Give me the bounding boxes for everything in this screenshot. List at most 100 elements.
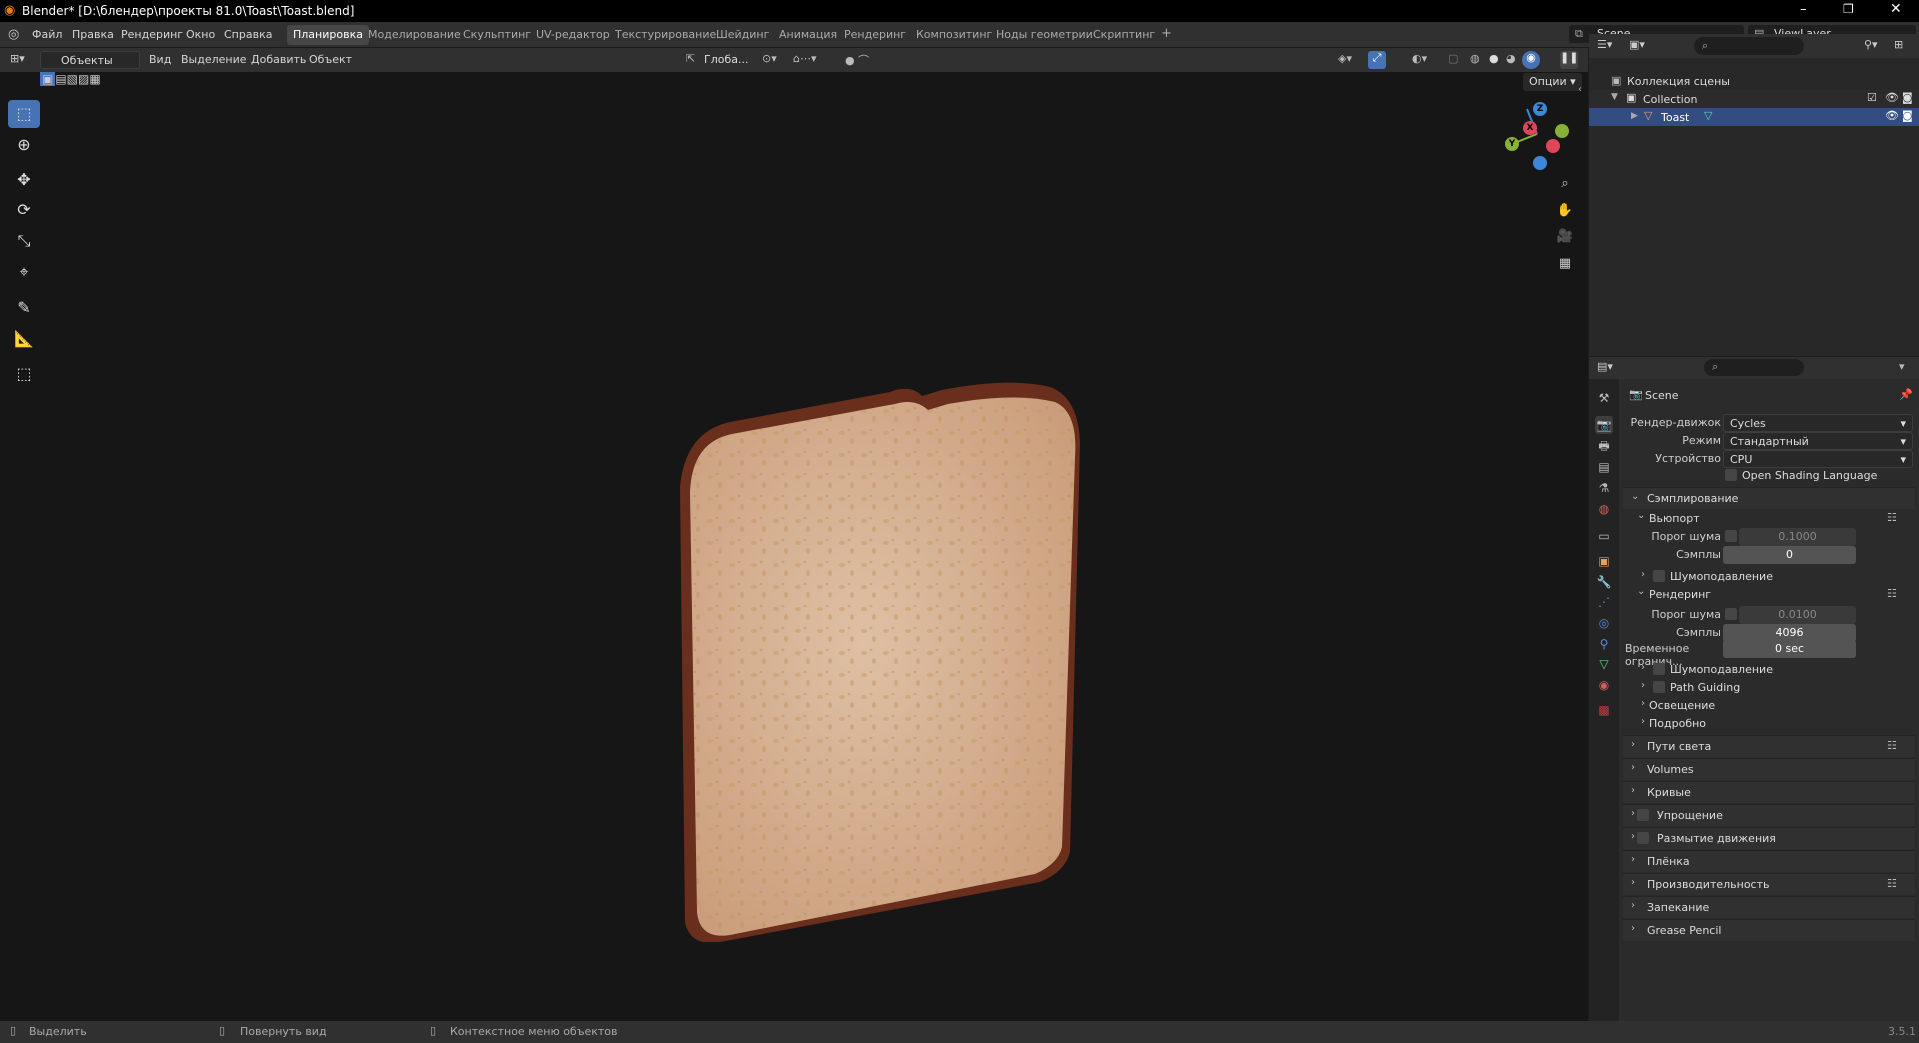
render-subpanel-header[interactable]: ⌄ Рендеринг ☷: [1637, 585, 1913, 605]
light-paths-panel[interactable]: › Пути света ☷: [1623, 735, 1915, 757]
menu-window[interactable]: Окно: [186, 28, 215, 41]
annotate-tool[interactable]: ✎: [8, 294, 40, 322]
viewport-subpanel-header[interactable]: ⌄ Вьюпорт ☷: [1637, 509, 1913, 529]
pan-hand-icon[interactable]: ✋: [1553, 199, 1577, 223]
pivot-icon[interactable]: ⊙▾: [762, 52, 777, 65]
rendered-shading-icon[interactable]: ◉: [1522, 51, 1540, 69]
output-tab-icon[interactable]: 🖶: [1595, 437, 1613, 455]
grease-pencil-panel[interactable]: › Grease Pencil: [1623, 919, 1915, 941]
presets-list-icon[interactable]: ☷: [1887, 511, 1897, 524]
time-limit-field[interactable]: 0 sec: [1723, 640, 1856, 658]
menu-select[interactable]: Выделение: [181, 53, 247, 66]
tab-sculpting[interactable]: Скульптинг: [457, 25, 537, 45]
view-layer-tab-icon[interactable]: ▤: [1595, 458, 1613, 476]
particles-tab-icon[interactable]: ⋰: [1595, 593, 1613, 611]
pin-icon[interactable]: 📌: [1899, 388, 1913, 401]
motion-blur-checkbox[interactable]: [1637, 832, 1649, 844]
blender-menu-icon[interactable]: ◎: [8, 27, 19, 42]
menu-file[interactable]: Файл: [32, 28, 62, 41]
select-box-tool[interactable]: ⬚: [8, 100, 40, 128]
modifier-tab-icon[interactable]: 🔧: [1595, 573, 1613, 591]
sampling-panel-header[interactable]: ⌄ Сэмплирование: [1623, 487, 1915, 509]
bake-panel[interactable]: › Запекание: [1623, 896, 1915, 918]
expand-chevron-icon[interactable]: ▼: [1611, 92, 1618, 102]
gizmo-neg-y[interactable]: [1555, 124, 1569, 138]
volumes-panel[interactable]: › Volumes: [1623, 758, 1915, 780]
menu-help[interactable]: Справка: [224, 28, 272, 41]
perspective-grid-icon[interactable]: ▦: [1553, 252, 1577, 276]
options-dropdown[interactable]: Опции ▾: [1523, 73, 1582, 91]
xray-icon[interactable]: ▢: [1448, 52, 1458, 65]
filter-icon[interactable]: ⚲▾: [1864, 38, 1878, 51]
mode-dropdown[interactable]: Объекты: [40, 51, 140, 69]
presets-list-icon[interactable]: ☷: [1887, 877, 1897, 890]
properties-editor-icon[interactable]: ▤▾: [1597, 360, 1613, 373]
presets-list-icon[interactable]: ☷: [1887, 587, 1897, 600]
overlays-icon[interactable]: ◐▾: [1412, 52, 1427, 65]
gizmo-neg-x[interactable]: [1546, 139, 1560, 153]
data-tab-icon[interactable]: ▽: [1595, 655, 1613, 673]
gizmo-neg-z[interactable]: [1533, 156, 1547, 170]
path-guiding-checkbox[interactable]: [1653, 681, 1665, 693]
wireframe-shading-icon[interactable]: ◍: [1470, 52, 1480, 65]
exclude-checkbox-icon[interactable]: ☑: [1867, 91, 1877, 104]
film-panel[interactable]: › Плёнка: [1623, 850, 1915, 872]
tab-modeling[interactable]: Моделирование: [362, 25, 467, 45]
curves-panel[interactable]: › Кривые: [1623, 781, 1915, 803]
orientation-label[interactable]: Глоба...: [704, 53, 748, 66]
maximize-icon[interactable]: ❐: [1843, 2, 1854, 16]
world-tab-icon[interactable]: ◍: [1595, 500, 1613, 518]
gizmo-y-axis[interactable]: Y: [1505, 137, 1519, 151]
tab-uv-editing[interactable]: UV-редактор: [530, 25, 616, 45]
solid-shading-icon[interactable]: ●: [1489, 52, 1499, 65]
selection-mode-icons[interactable]: ▣ ▤▧▨▦: [40, 72, 101, 86]
collection-tab-icon[interactable]: ▭: [1595, 527, 1613, 545]
3d-viewport[interactable]: ▣ ▤▧▨▦ ⬚ ⊕ ✥ ⟳ ⤡ ⌖ ✎ 📐 ⬚ Опции ▾ Z X Y ‹ …: [0, 72, 1588, 1021]
visibility-icon[interactable]: ◈▾: [1338, 52, 1352, 65]
tab-geometry-nodes[interactable]: Ноды геометрии: [990, 25, 1099, 45]
menu-render[interactable]: Рендеринг: [121, 28, 183, 41]
simplify-panel[interactable]: › Упрощение: [1623, 804, 1915, 826]
viewport-denoise-checkbox[interactable]: [1653, 570, 1665, 582]
minimize-icon[interactable]: –: [1800, 2, 1807, 17]
display-mode-icon[interactable]: ▣▾: [1629, 38, 1645, 51]
render-noise-field[interactable]: 0.0100: [1739, 606, 1856, 624]
tab-animation[interactable]: Анимация: [773, 25, 843, 45]
measure-tool[interactable]: 📐: [8, 325, 40, 353]
render-engine-dropdown[interactable]: Cycles ▾: [1723, 414, 1913, 432]
menu-view[interactable]: Вид: [149, 53, 171, 66]
properties-search[interactable]: ⌕: [1704, 359, 1804, 376]
render-denoise-checkbox[interactable]: [1653, 663, 1665, 675]
physics-tab-icon[interactable]: ◎: [1595, 614, 1613, 632]
new-collection-icon[interactable]: ⊞: [1894, 38, 1903, 51]
camera-render-icon[interactable]: ◙: [1902, 109, 1913, 122]
eye-icon[interactable]: 👁: [1885, 91, 1899, 104]
viewport-samples-field[interactable]: 0: [1723, 546, 1856, 564]
menu-edit[interactable]: Правка: [72, 28, 114, 41]
outliner-row-scene-collection[interactable]: ▣ Коллекция сцены: [1589, 72, 1919, 90]
scale-tool[interactable]: ⤡: [8, 227, 40, 255]
mesh-data-icon[interactable]: ▽: [1704, 109, 1712, 122]
camera-view-icon[interactable]: 🎥: [1553, 225, 1577, 249]
texture-tab-icon[interactable]: ▩: [1595, 701, 1613, 719]
outliner-search[interactable]: ⌕: [1694, 37, 1804, 55]
tab-scripting[interactable]: Скриптинг: [1087, 25, 1161, 45]
toast-object[interactable]: [660, 382, 1130, 942]
gizmo-z-axis[interactable]: Z: [1533, 102, 1547, 116]
presets-list-icon[interactable]: ☷: [1887, 739, 1897, 752]
render-noise-checkbox[interactable]: [1725, 608, 1737, 620]
eye-icon[interactable]: 👁: [1885, 109, 1899, 122]
outliner-row-toast[interactable]: ▶ ▽ Toast ▽ 👁 ◙: [1589, 108, 1919, 126]
rotate-tool[interactable]: ⟳: [8, 196, 40, 224]
viewport-denoise-row[interactable]: › Шумоподавление: [1637, 568, 1913, 586]
tab-texture-paint[interactable]: Текстурирование: [609, 25, 722, 45]
outliner-editor-icon[interactable]: ☰▾: [1597, 38, 1612, 51]
device-dropdown[interactable]: CPU ▾: [1723, 450, 1913, 468]
add-cube-tool[interactable]: ⬚: [8, 360, 40, 388]
feature-set-dropdown[interactable]: Стандартный ▾: [1723, 432, 1913, 450]
viewport-noise-field[interactable]: 0.1000: [1739, 528, 1856, 546]
advanced-subpanel-row[interactable]: › Подробно: [1637, 715, 1913, 733]
tab-compositing[interactable]: Композитинг: [910, 25, 998, 45]
cursor-tool[interactable]: ⊕: [8, 131, 40, 159]
close-icon[interactable]: ✕: [1890, 1, 1902, 17]
